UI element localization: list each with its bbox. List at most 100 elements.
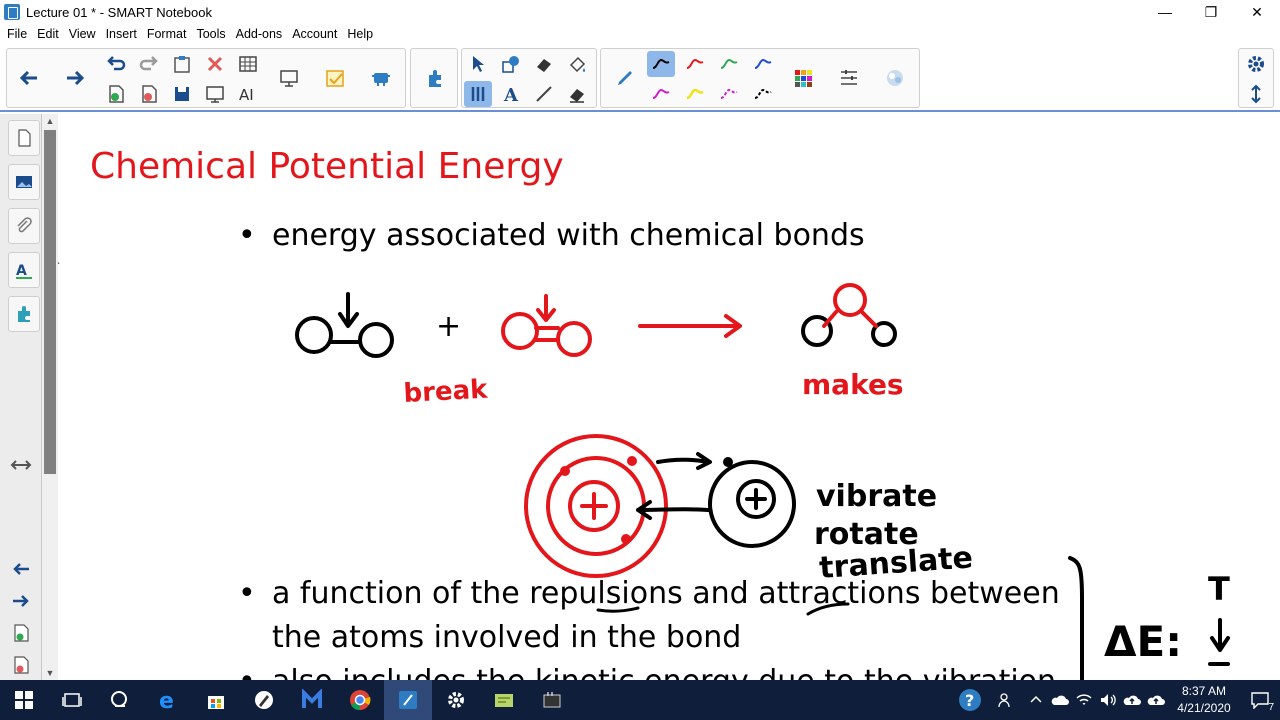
menu-add-ons[interactable]: Add-ons xyxy=(231,27,288,41)
menu-account[interactable]: Account xyxy=(287,27,342,41)
taskbar: e ? 8:37 AM 4/21/2020 7 xyxy=(0,680,1280,720)
underline-repulsions xyxy=(596,606,640,613)
onedrive-icon[interactable] xyxy=(1048,680,1072,720)
delete-page-icon[interactable] xyxy=(10,654,32,676)
delete-icon[interactable] xyxy=(201,51,229,77)
molecule-black xyxy=(295,292,394,358)
properties-icon: A xyxy=(16,263,32,279)
add-page-icon[interactable] xyxy=(102,81,130,107)
magenta-dash-line-icon[interactable] xyxy=(715,81,743,107)
previous-page-icon[interactable] xyxy=(10,558,32,580)
menu-help[interactable]: Help xyxy=(342,27,378,41)
activity-builder-icon[interactable] xyxy=(367,65,395,91)
red-line-icon[interactable] xyxy=(681,51,709,77)
menu-edit[interactable]: Edit xyxy=(32,27,64,41)
page-sorter-icon xyxy=(18,129,31,147)
windows-start-icon[interactable] xyxy=(0,680,48,720)
mouse-cursor xyxy=(58,262,60,264)
svg-text:AI: AI xyxy=(239,86,254,104)
notebook-page[interactable]: Chemical Potential Energy • energy associ… xyxy=(58,114,1280,680)
notifications-icon[interactable]: 7 xyxy=(1240,680,1280,720)
typing-app-icon[interactable] xyxy=(528,680,576,720)
minimize-button[interactable]: — xyxy=(1142,0,1188,24)
delete-page-icon[interactable] xyxy=(135,81,163,107)
people-icon[interactable] xyxy=(988,680,1024,720)
line-icon[interactable] xyxy=(530,81,558,107)
paste-icon[interactable] xyxy=(168,51,196,77)
menu-view[interactable]: View xyxy=(64,27,101,41)
blue-line-icon[interactable] xyxy=(749,51,777,77)
forward-arrow-icon[interactable] xyxy=(61,65,89,91)
eraser-fill-icon[interactable] xyxy=(530,51,558,77)
toolbar-group-settings xyxy=(1238,48,1274,108)
task-view-icon[interactable] xyxy=(48,680,96,720)
restore-button[interactable]: ❐ xyxy=(1188,0,1234,24)
add-ons-tab[interactable] xyxy=(8,296,40,332)
settings-icon[interactable] xyxy=(1242,51,1270,77)
menu-insert[interactable]: Insert xyxy=(101,27,142,41)
pen-icon[interactable] xyxy=(611,65,639,91)
svg-text:?: ? xyxy=(965,691,974,710)
vertical-scrollbar[interactable]: ▲ ▼ xyxy=(42,114,58,680)
clock[interactable]: 8:37 AM 4/21/2020 xyxy=(1172,683,1236,717)
menu-format[interactable]: Format xyxy=(142,27,192,41)
properties-tab[interactable]: A xyxy=(8,252,40,288)
wifi-icon[interactable] xyxy=(1072,680,1096,720)
menu-tools[interactable]: Tools xyxy=(191,27,230,41)
yellow-line-icon[interactable] xyxy=(681,81,709,107)
toolbar-group-addons xyxy=(410,48,458,108)
shapes-icon[interactable] xyxy=(497,51,525,77)
volume-icon[interactable] xyxy=(1096,680,1120,720)
fill-color-icon[interactable] xyxy=(789,65,817,91)
text-icon[interactable]: A xyxy=(497,81,525,107)
black-dash-line-icon[interactable] xyxy=(749,81,777,107)
attachments-tab[interactable] xyxy=(8,208,40,244)
gallery-tab[interactable] xyxy=(8,164,40,200)
table-icon[interactable] xyxy=(234,51,262,77)
magenta-line-icon[interactable] xyxy=(647,81,675,107)
help-icon[interactable]: ? xyxy=(952,680,988,720)
settings-taskbar-icon[interactable] xyxy=(432,680,480,720)
line-properties-icon[interactable] xyxy=(835,65,863,91)
close-button[interactable]: ✕ xyxy=(1234,0,1280,24)
store-icon[interactable] xyxy=(192,680,240,720)
fill-icon[interactable] xyxy=(563,51,591,77)
scroll-thumb[interactable] xyxy=(44,130,56,474)
show-hidden-icons-icon[interactable] xyxy=(1024,680,1048,720)
select-icon[interactable] xyxy=(464,51,492,77)
creative-pen-icon[interactable] xyxy=(881,65,909,91)
malwarebytes-icon[interactable] xyxy=(288,680,336,720)
cloud-sync-icon[interactable] xyxy=(1144,680,1168,720)
save-icon[interactable] xyxy=(168,81,196,107)
chrome-icon[interactable] xyxy=(336,680,384,720)
ink-annotations: + break makes vibrate rotate translate Δ… xyxy=(295,283,1230,680)
add-ons-icon[interactable] xyxy=(421,65,449,91)
underline-attractions xyxy=(806,602,850,616)
display-icon[interactable] xyxy=(275,65,303,91)
eraser-icon[interactable] xyxy=(563,81,591,107)
notebook-document-icon[interactable] xyxy=(480,680,528,720)
response-icon[interactable] xyxy=(321,65,349,91)
inkscape-icon[interactable] xyxy=(240,680,288,720)
next-page-icon[interactable] xyxy=(10,590,32,612)
cloud-upload-icon[interactable] xyxy=(1120,680,1144,720)
cortana-icon[interactable] xyxy=(96,680,144,720)
green-line-icon[interactable] xyxy=(715,51,743,77)
scroll-down-icon[interactable]: ▼ xyxy=(42,666,58,680)
redo-icon[interactable] xyxy=(135,51,163,77)
scroll-up-icon[interactable]: ▲ xyxy=(42,114,58,128)
page-sorter-tab[interactable] xyxy=(8,120,40,156)
smart-notebook-icon xyxy=(4,4,20,20)
add-page-icon[interactable] xyxy=(10,622,32,644)
edge-icon[interactable]: e xyxy=(144,680,192,720)
pens-icon[interactable] xyxy=(464,81,492,107)
move-toolbar-icon[interactable] xyxy=(1242,81,1270,107)
undo-icon[interactable] xyxy=(102,51,130,77)
resize-icon[interactable] xyxy=(10,454,32,476)
text-recognition-icon[interactable]: AI xyxy=(234,81,262,107)
menu-file[interactable]: File xyxy=(2,27,32,41)
smart-notebook-taskbar-icon[interactable] xyxy=(384,680,432,720)
black-line-icon[interactable] xyxy=(647,51,675,77)
screen-shade-icon[interactable] xyxy=(201,81,229,107)
back-arrow-icon[interactable] xyxy=(15,65,43,91)
